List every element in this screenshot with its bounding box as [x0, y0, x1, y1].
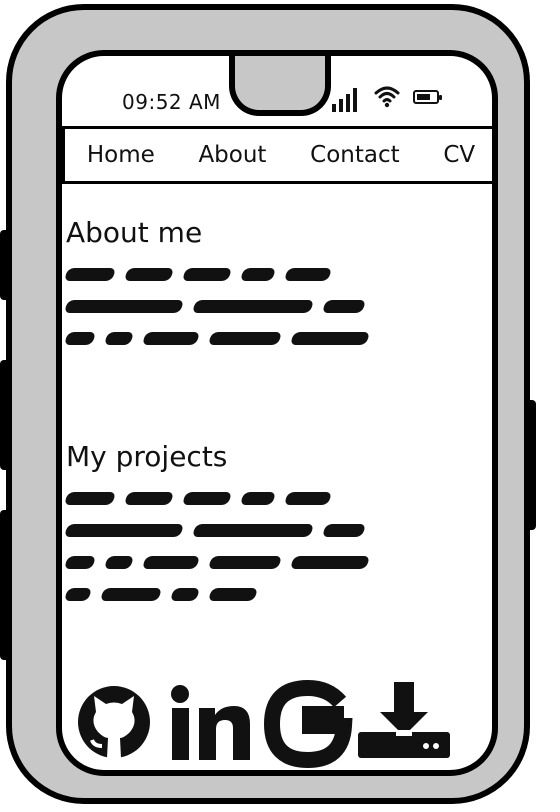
signal-icon — [332, 84, 364, 112]
scribble-line — [63, 524, 367, 538]
volume-button — [0, 230, 10, 300]
scribble-line — [63, 268, 333, 282]
section-heading-about: About me — [66, 216, 203, 249]
battery-level — [417, 94, 430, 100]
side-button-3 — [0, 510, 10, 660]
scribble-line — [63, 588, 259, 602]
section-heading-projects: My projects — [66, 440, 228, 473]
nav-bar: Home About Contact CV — [62, 126, 492, 184]
volume-button-2 — [0, 360, 10, 470]
battery-icon — [413, 90, 442, 104]
scribble-line — [63, 492, 333, 506]
nav-about[interactable]: About — [198, 142, 266, 168]
download-icon[interactable] — [358, 682, 450, 758]
nav-cv[interactable]: CV — [443, 142, 475, 168]
scribble-line — [63, 300, 367, 314]
phone-frame: 09:52 AM Home About Contact CV About me … — [0, 4, 536, 804]
status-time: 09:52 AM — [122, 90, 221, 114]
camera-notch — [229, 56, 331, 116]
nav-contact[interactable]: Contact — [310, 142, 399, 168]
scribble-line — [63, 332, 371, 346]
nav-home[interactable]: Home — [87, 142, 155, 168]
scribble-line — [63, 556, 371, 570]
footer-icons — [78, 680, 450, 769]
power-button — [526, 400, 536, 530]
phone-screen: 09:52 AM Home About Contact CV About me … — [56, 50, 498, 776]
wifi-icon — [374, 86, 400, 108]
google-icon[interactable] — [263, 680, 353, 769]
github-icon[interactable] — [78, 686, 150, 758]
linkedin-icon[interactable] — [171, 685, 250, 760]
